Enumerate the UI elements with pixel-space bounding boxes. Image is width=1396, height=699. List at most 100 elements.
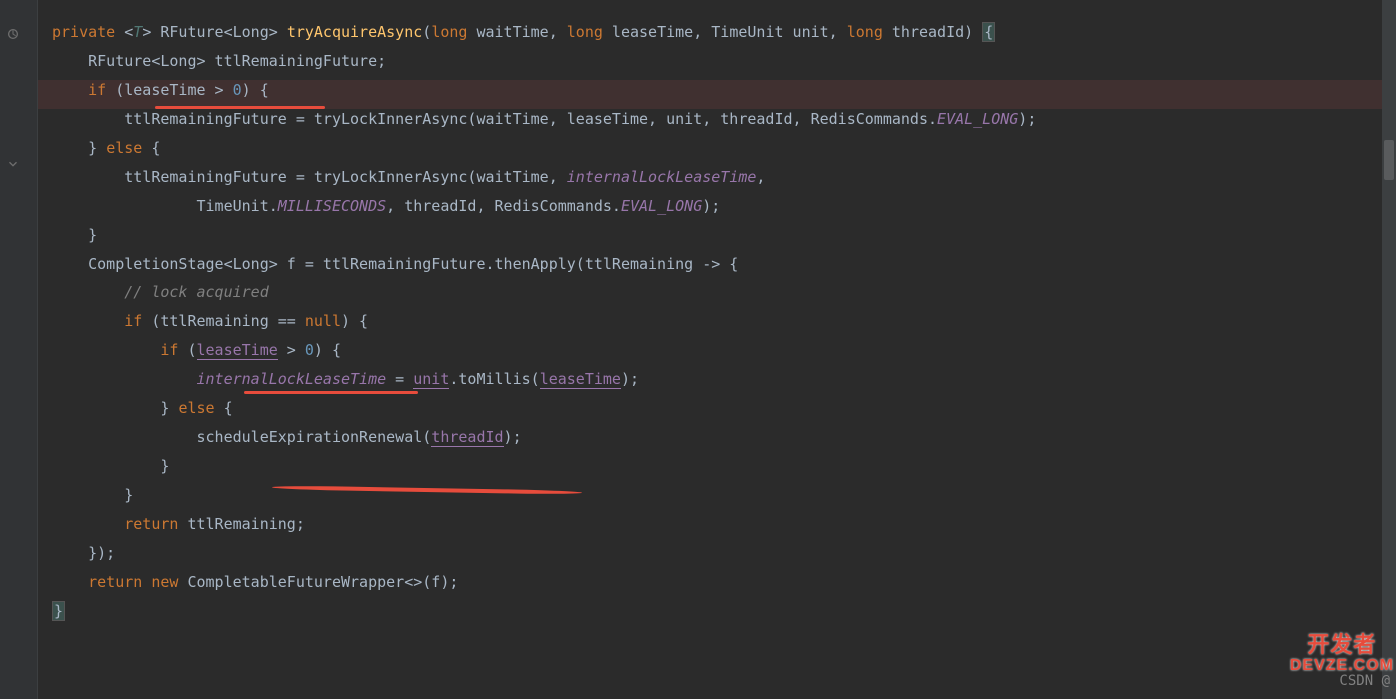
code-line[interactable]: } else { <box>52 394 1036 423</box>
token-punct: } <box>52 226 97 244</box>
scrollbar-thumb[interactable] <box>1384 140 1394 180</box>
code-line[interactable]: ttlRemainingFuture = tryLockInnerAsync(w… <box>52 163 1036 192</box>
token-kw: return new <box>88 573 178 591</box>
token-punct: { <box>215 399 233 417</box>
token-underline-purple: leaseTime <box>197 341 278 360</box>
token-underline-purple: threadId <box>431 428 503 447</box>
token-punct: scheduleExpirationRenewal( <box>52 428 431 446</box>
vertical-scrollbar[interactable] <box>1382 0 1396 699</box>
code-line[interactable]: } else { <box>52 134 1036 163</box>
token-kw: private <box>52 23 115 41</box>
code-line[interactable]: if (leaseTime > 0) { <box>52 336 1036 365</box>
token-generic: T <box>133 23 142 41</box>
token-field: internalLockLeaseTime <box>197 370 387 388</box>
code-line[interactable]: private <T> RFuture<Long> tryAcquireAsyn… <box>52 18 1036 47</box>
csdn-watermark: CSDN @ <box>1339 668 1390 695</box>
code-line[interactable]: }); <box>52 539 1036 568</box>
code-line[interactable]: if (ttlRemaining == null) { <box>52 307 1036 336</box>
code-line[interactable]: scheduleExpirationRenewal(threadId); <box>52 423 1036 452</box>
token-punct: , threadId, RedisCommands. <box>386 197 621 215</box>
token-punct: .toMillis( <box>449 370 539 388</box>
override-marker-icon[interactable] <box>6 22 20 36</box>
token-paramtype: long <box>431 23 467 41</box>
code-line[interactable]: } <box>52 597 1036 626</box>
token-kw: if <box>88 81 106 99</box>
token-punct: } <box>52 399 178 417</box>
token-punct: ttlRemainingFuture = tryLockInnerAsync(w… <box>52 168 567 186</box>
token-punct: { <box>142 139 160 157</box>
token-punct: > RFuture<Long> <box>142 23 287 41</box>
token-const: EVAL_LONG <box>937 110 1018 128</box>
token-field: internalLockLeaseTime <box>567 168 757 186</box>
code-line[interactable]: internalLockLeaseTime = unit.toMillis(le… <box>52 365 1036 394</box>
red-annotation-1 <box>155 106 325 109</box>
token-kw: null <box>305 312 341 330</box>
token-punct <box>52 81 88 99</box>
token-punct: } <box>52 139 106 157</box>
token-kw: if <box>124 312 142 330</box>
token-const: MILLISECONDS <box>278 197 386 215</box>
token-punct: ) { <box>242 81 269 99</box>
token-underline-purple: leaseTime <box>540 370 621 389</box>
token-punct: CompletionStage<Long> f = ttlRemainingFu… <box>52 255 738 273</box>
token-punct: (ttlRemaining == <box>142 312 305 330</box>
logo-watermark-top: 开发者 <box>1307 632 1376 657</box>
token-punct: = <box>386 370 413 388</box>
fold-marker-icon[interactable] <box>6 152 20 166</box>
code-line[interactable]: } <box>52 481 1036 510</box>
code-line[interactable]: TimeUnit.MILLISECONDS, threadId, RedisCo… <box>52 192 1036 221</box>
editor-gutter[interactable] <box>0 0 38 699</box>
token-punct <box>52 370 197 388</box>
token-punct: < <box>115 23 133 41</box>
token-punct: ttlRemainingFuture = tryLockInnerAsync(w… <box>52 110 937 128</box>
token-punct: ( <box>178 341 196 359</box>
code-line[interactable]: CompletionStage<Long> f = ttlRemainingFu… <box>52 250 1036 279</box>
token-punct <box>52 515 124 533</box>
token-kw: else <box>178 399 214 417</box>
token-punct: } <box>52 486 133 504</box>
token-punct: (leaseTime > <box>106 81 232 99</box>
token-punct: , <box>756 168 765 186</box>
code-line[interactable]: } <box>52 221 1036 250</box>
token-num: 0 <box>305 341 314 359</box>
token-paramtype: long <box>567 23 603 41</box>
token-punct: > <box>278 341 305 359</box>
token-punct: TimeUnit. <box>52 197 278 215</box>
token-param: leaseTime, TimeUnit unit, <box>603 23 847 41</box>
code-content-area[interactable]: private <T> RFuture<Long> tryAcquireAsyn… <box>52 18 1036 626</box>
token-paramtype: long <box>847 23 883 41</box>
token-punct <box>52 283 124 301</box>
token-punct: ); <box>504 428 522 446</box>
token-punct: } <box>52 457 169 475</box>
token-punct <box>52 312 124 330</box>
token-punct: ttlRemaining; <box>178 515 304 533</box>
code-line[interactable]: RFuture<Long> ttlRemainingFuture; <box>52 47 1036 76</box>
code-line[interactable]: ttlRemainingFuture = tryLockInnerAsync(w… <box>52 105 1036 134</box>
code-line[interactable]: } <box>52 452 1036 481</box>
code-line[interactable]: // lock acquired <box>52 278 1036 307</box>
token-underline-purple: unit <box>413 370 449 389</box>
token-punct <box>52 341 160 359</box>
token-punct: }); <box>52 544 115 562</box>
code-line[interactable]: if (leaseTime > 0) { <box>52 76 1036 105</box>
token-punct: ); <box>1018 110 1036 128</box>
token-punct <box>52 573 88 591</box>
code-line[interactable]: return ttlRemaining; <box>52 510 1036 539</box>
token-punct: CompletableFutureWrapper<>(f); <box>178 573 458 591</box>
token-punct: ); <box>702 197 720 215</box>
token-punct: ) { <box>341 312 368 330</box>
token-punct: RFuture<Long> ttlRemainingFuture; <box>52 52 386 70</box>
token-method: tryAcquireAsync <box>287 23 422 41</box>
token-kw: return <box>124 515 178 533</box>
token-punct: ) { <box>314 341 341 359</box>
red-annotation-2 <box>244 391 418 394</box>
token-num: 0 <box>233 81 242 99</box>
token-param: waitTime, <box>467 23 566 41</box>
token-punct: ); <box>621 370 639 388</box>
token-comment: // lock acquired <box>124 283 269 301</box>
token-kw: else <box>106 139 142 157</box>
code-line[interactable]: return new CompletableFutureWrapper<>(f)… <box>52 568 1036 597</box>
token-punct: ( <box>422 23 431 41</box>
token-brace-hl: } <box>52 601 65 621</box>
token-const: EVAL_LONG <box>621 197 702 215</box>
